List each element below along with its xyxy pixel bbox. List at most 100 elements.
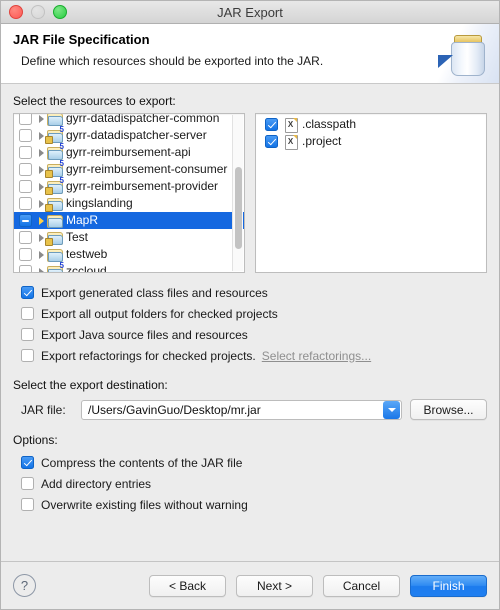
- tree-row[interactable]: kingslanding: [14, 195, 244, 212]
- page-header: JAR File Specification Define which reso…: [1, 24, 499, 84]
- project-tree[interactable]: gyrr-datadispatcher-common 5 gyrr-datadisp…: [13, 113, 245, 273]
- project-folder-icon: [47, 248, 63, 262]
- tree-row-checkbox[interactable]: [19, 248, 32, 261]
- tree-row[interactable]: 5 zccloud: [14, 262, 244, 273]
- tree-row-label: kingslanding: [66, 196, 133, 210]
- scrollbar-thumb[interactable]: [235, 167, 242, 249]
- window-controls: [9, 1, 67, 23]
- back-button[interactable]: < Back: [149, 574, 226, 597]
- chevron-right-icon[interactable]: [36, 216, 47, 225]
- tree-row-label: gyrr-reimbursement-consumer: [66, 162, 228, 176]
- project-folder-icon: 5: [45, 160, 64, 178]
- tree-row-label: Test: [66, 230, 89, 244]
- jar-file-input[interactable]: /Users/GavinGuo/Desktop/mr.jar: [82, 403, 383, 417]
- chevron-right-icon[interactable]: [36, 114, 47, 123]
- tree-row[interactable]: testweb: [14, 246, 244, 263]
- tree-row-checkbox[interactable]: [19, 231, 32, 244]
- jar-option-checkbox[interactable]: [21, 498, 34, 511]
- jar-file-combobox[interactable]: /Users/GavinGuo/Desktop/mr.jar: [81, 399, 402, 420]
- tree-row[interactable]: 5 gyrr-reimbursement-api: [14, 143, 244, 161]
- cancel-button[interactable]: Cancel: [323, 574, 400, 597]
- export-option-row[interactable]: Export refactorings for checked projects…: [13, 345, 487, 366]
- chevron-right-icon[interactable]: [36, 267, 47, 272]
- jar-option-row[interactable]: Add directory entries: [13, 473, 487, 494]
- finish-button[interactable]: Finish: [410, 574, 487, 597]
- jar-export-dialog: JAR Export JAR File Specification Define…: [0, 0, 500, 610]
- tree-row-checkbox[interactable]: [19, 163, 32, 176]
- export-arrow-icon: [438, 55, 453, 68]
- export-option-checkbox[interactable]: [21, 328, 34, 341]
- minimize-button-icon[interactable]: [31, 5, 45, 19]
- destination-label: Select the export destination:: [13, 378, 168, 392]
- tree-row-label: gyrr-reimbursement-provider: [66, 179, 219, 193]
- export-option-row[interactable]: Export Java source files and resources: [13, 324, 487, 345]
- jar-option-label: Compress the contents of the JAR file: [41, 455, 243, 470]
- jar-option-checkbox[interactable]: [21, 456, 34, 469]
- page-title: JAR File Specification: [13, 32, 150, 47]
- export-option-label: Export all output folders for checked pr…: [41, 306, 278, 321]
- chevron-down-icon[interactable]: [383, 400, 400, 419]
- dialog-footer: ? < Back Next > Cancel Finish: [1, 561, 499, 609]
- tree-row-checkbox[interactable]: [19, 180, 32, 193]
- jar-option-row[interactable]: Overwrite existing files without warning: [13, 494, 487, 515]
- select-refactorings-link[interactable]: Select refactorings...: [262, 349, 371, 363]
- chevron-right-icon[interactable]: [36, 148, 47, 157]
- tree-row-label: MapR: [66, 213, 99, 227]
- browse-button[interactable]: Browse...: [410, 399, 487, 420]
- file-row[interactable]: X .project: [260, 133, 486, 150]
- tree-row-label: testweb: [66, 247, 108, 261]
- title-bar: JAR Export: [1, 1, 499, 24]
- file-row[interactable]: X .classpath: [260, 116, 486, 133]
- export-option-row[interactable]: Export generated class files and resourc…: [13, 282, 487, 303]
- file-row-checkbox[interactable]: [265, 135, 278, 148]
- jar-option-label: Overwrite existing files without warning: [41, 497, 248, 512]
- export-option-checkbox[interactable]: [21, 349, 34, 362]
- tree-row[interactable]: 5 gyrr-datadispatcher-server: [14, 126, 244, 144]
- tree-row-label: gyrr-reimbursement-api: [66, 145, 191, 159]
- tree-row[interactable]: 5 gyrr-reimbursement-provider: [14, 177, 244, 195]
- jar-option-row[interactable]: Compress the contents of the JAR file: [13, 452, 487, 473]
- export-option-checkbox[interactable]: [21, 286, 34, 299]
- tree-row-checkbox[interactable]: [19, 146, 32, 159]
- export-option-row[interactable]: Export all output folders for checked pr…: [13, 303, 487, 324]
- zoom-button-icon[interactable]: [53, 5, 67, 19]
- tree-row-label: gyrr-datadispatcher-server: [66, 128, 207, 142]
- tree-row[interactable]: 5 gyrr-reimbursement-consumer: [14, 160, 244, 178]
- jar-file-label: JAR file:: [21, 402, 66, 417]
- window-title: JAR Export: [217, 4, 283, 20]
- export-option-label: Export Java source files and resources: [41, 327, 248, 342]
- tree-row[interactable]: Test: [14, 229, 244, 246]
- tree-row-label: zccloud: [66, 264, 107, 273]
- project-folder-icon: [47, 214, 63, 228]
- destination-row: JAR file: /Users/GavinGuo/Desktop/mr.jar…: [13, 399, 487, 420]
- jar-option-checkbox[interactable]: [21, 477, 34, 490]
- tree-row-label: gyrr-datadispatcher-common: [66, 113, 220, 125]
- project-folder-icon: 5: [45, 126, 64, 144]
- tree-row-checkbox[interactable]: [19, 114, 32, 125]
- project-folder-icon: 5: [47, 262, 64, 272]
- dialog-body: Select the resources to export: gyrr-dat…: [1, 84, 499, 561]
- project-folder-icon: [45, 197, 63, 212]
- file-row-label: .classpath: [302, 117, 357, 131]
- export-option-checkbox[interactable]: [21, 307, 34, 320]
- file-list[interactable]: X .classpath X .project: [255, 113, 487, 273]
- help-icon[interactable]: ?: [13, 574, 36, 597]
- resource-selector: gyrr-datadispatcher-common 5 gyrr-datadisp…: [13, 113, 487, 273]
- xml-file-icon: X: [285, 117, 298, 133]
- file-row-checkbox[interactable]: [265, 118, 278, 131]
- export-option-label: Export refactorings for checked projects…: [41, 348, 256, 363]
- jar-icon: [449, 32, 485, 76]
- chevron-right-icon[interactable]: [36, 250, 47, 259]
- tree-row-checkbox[interactable]: [19, 214, 32, 227]
- close-button-icon[interactable]: [9, 5, 23, 19]
- export-option-label: Export generated class files and resourc…: [41, 285, 268, 300]
- export-options-group: Export generated class files and resourc…: [13, 282, 487, 366]
- project-tree-scrollbar[interactable]: [232, 115, 243, 271]
- tree-row[interactable]: gyrr-datadispatcher-common: [14, 113, 244, 127]
- next-button[interactable]: Next >: [236, 574, 313, 597]
- tree-row-checkbox[interactable]: [19, 265, 32, 272]
- project-folder-icon: [47, 114, 63, 126]
- tree-row-checkbox[interactable]: [19, 129, 32, 142]
- tree-row[interactable]: MapR: [14, 212, 244, 229]
- tree-row-checkbox[interactable]: [19, 197, 32, 210]
